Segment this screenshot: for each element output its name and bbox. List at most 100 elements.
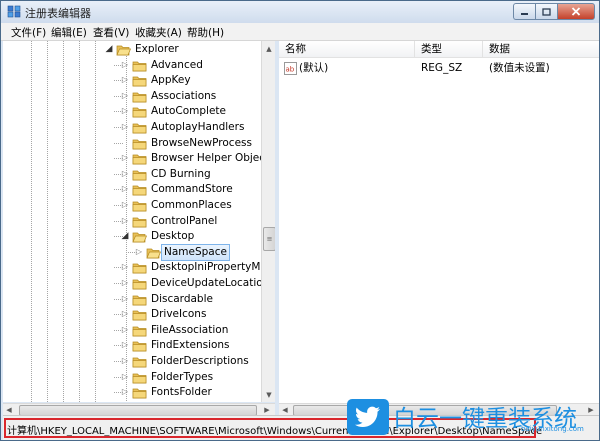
folder-icon (132, 308, 147, 324)
folder-icon (132, 137, 147, 153)
folder-open-icon (132, 230, 148, 246)
folder-open-icon (116, 43, 132, 59)
tree-item-label: Browser Helper Objects (151, 152, 261, 165)
tree-item-label: DriveIcons (151, 308, 207, 321)
folder-open-icon (146, 246, 162, 262)
value-data: (数值未设置) (489, 62, 550, 74)
tree-item-label: FindExtensions (151, 339, 230, 352)
scroll-down-button[interactable]: ▼ (262, 387, 276, 402)
window-controls (513, 3, 595, 20)
registry-app-icon (7, 5, 21, 18)
tree-item-label: Advanced (151, 58, 203, 71)
tree-connector-line (114, 220, 123, 222)
tree-item-label: AutoplayHandlers (151, 121, 245, 133)
menu-view[interactable]: 查看(V) (93, 25, 129, 40)
tree-connector-line (114, 80, 123, 82)
column-header-data[interactable]: 数据 (483, 41, 599, 58)
tree-item-label: Associations (151, 89, 217, 102)
folder-icon (132, 293, 147, 309)
tree-connector-line (114, 111, 123, 113)
folder-icon (132, 183, 147, 199)
tree-vertical-scrollbar[interactable]: ▲ ≡ ▼ (261, 41, 276, 402)
collapse-arrow-icon[interactable]: ◢ (104, 43, 114, 55)
folder-icon (132, 215, 147, 231)
tree-connector-line (114, 267, 123, 269)
tree-item-label: FolderTypes (151, 370, 214, 383)
tree-connector-line (114, 314, 123, 316)
column-header-name[interactable]: 名称 (279, 41, 415, 58)
scroll-up-button[interactable]: ▲ (262, 41, 276, 56)
tree-connector-line (114, 95, 123, 97)
folder-icon (132, 168, 147, 184)
tree-connector-line (114, 329, 123, 331)
tree-connector-line (114, 205, 123, 206)
maximize-button[interactable] (535, 3, 557, 20)
title-bar[interactable]: 注册表编辑器 (1, 1, 599, 23)
maximize-icon (542, 7, 551, 16)
folder-icon (132, 105, 147, 121)
folder-icon (132, 371, 147, 387)
folder-icon (132, 386, 147, 402)
values-pane[interactable]: 名称 类型 数据 ab (默认) REG_SZ (数值未设置) (279, 41, 599, 403)
minimize-button[interactable] (513, 3, 535, 20)
key-tree-pane[interactable]: ◢ Explorer ▷ Advanced ▷ AppKey ▷ Associations ▷ A… (3, 41, 261, 402)
window-title: 注册表编辑器 (25, 7, 91, 20)
tree-guide-line (79, 41, 80, 402)
svg-text:ab: ab (286, 66, 295, 74)
watermark-url: baiyunxitong.com (521, 425, 584, 433)
tree-item-label: FolderDescriptions (151, 355, 249, 367)
bird-icon (355, 406, 380, 427)
tree-connector-line (114, 361, 123, 362)
menu-favorites[interactable]: 收藏夹(A) (135, 25, 182, 40)
tree-item-label: CommandStore (151, 183, 233, 196)
tree-connector-line (114, 298, 123, 300)
tree-item-label: BrowseNewProcess (151, 136, 252, 149)
tree-connector-line (114, 392, 123, 394)
tree-item-label: CD Burning (151, 167, 211, 180)
tree-guide-line (63, 41, 64, 402)
tree-item-label: NameSpace (161, 243, 230, 261)
tree-item-label: AppKey (151, 74, 191, 87)
tree-item-label: ControlPanel (151, 214, 218, 227)
tree-connector-line (114, 189, 123, 191)
tree-item-label: DesktopIniPropertyMap (151, 261, 261, 274)
folder-icon (132, 355, 147, 371)
tree-connector-line (114, 345, 123, 347)
menu-edit[interactable]: 编辑(E) (51, 25, 87, 40)
folder-icon (132, 324, 147, 340)
tree-item-label: FontsFolder (151, 386, 212, 399)
folder-icon (132, 261, 147, 277)
tree-connector-line (114, 127, 123, 128)
minimize-icon (521, 12, 528, 15)
close-button[interactable] (557, 3, 595, 20)
tree-item-label: Discardable (151, 292, 213, 305)
tree-connector-line (114, 283, 123, 284)
folder-icon (132, 121, 147, 137)
tree-guide-line (31, 41, 32, 402)
value-name: (默认) (299, 62, 329, 74)
tree-item-label: Explorer (135, 43, 179, 55)
menu-bar: 文件(F) 编辑(E) 查看(V) 收藏夹(A) 帮助(H) (1, 23, 599, 41)
tree-item-label: CommonPlaces (151, 199, 232, 211)
tree-guide-line (47, 41, 48, 402)
folder-icon (132, 74, 147, 90)
watermark-logo (347, 399, 389, 435)
tree-connector-line (114, 236, 123, 238)
tree-item-label: Desktop (151, 230, 195, 243)
string-value-icon: ab (284, 62, 297, 75)
folder-icon (132, 90, 147, 106)
tree-connector-line (114, 173, 123, 175)
folder-icon (132, 59, 147, 75)
close-icon (571, 7, 581, 16)
column-header-type[interactable]: 类型 (415, 41, 483, 58)
tree-connector-line (114, 64, 123, 66)
folder-icon (132, 339, 147, 355)
registry-editor-window: 注册表编辑器 文件(F) 编辑(E) 查看(V) 收藏夹(A) 帮助(H) ◢ E… (0, 0, 600, 441)
tree-item-label: DeviceUpdateLocations (151, 277, 261, 289)
menu-file[interactable]: 文件(F) (11, 25, 46, 40)
tree-item-label: FileAssociation (151, 323, 229, 336)
folder-icon (132, 152, 147, 168)
tree-connector-line (128, 251, 137, 253)
value-type: REG_SZ (421, 62, 463, 74)
menu-help[interactable]: 帮助(H) (187, 25, 224, 40)
